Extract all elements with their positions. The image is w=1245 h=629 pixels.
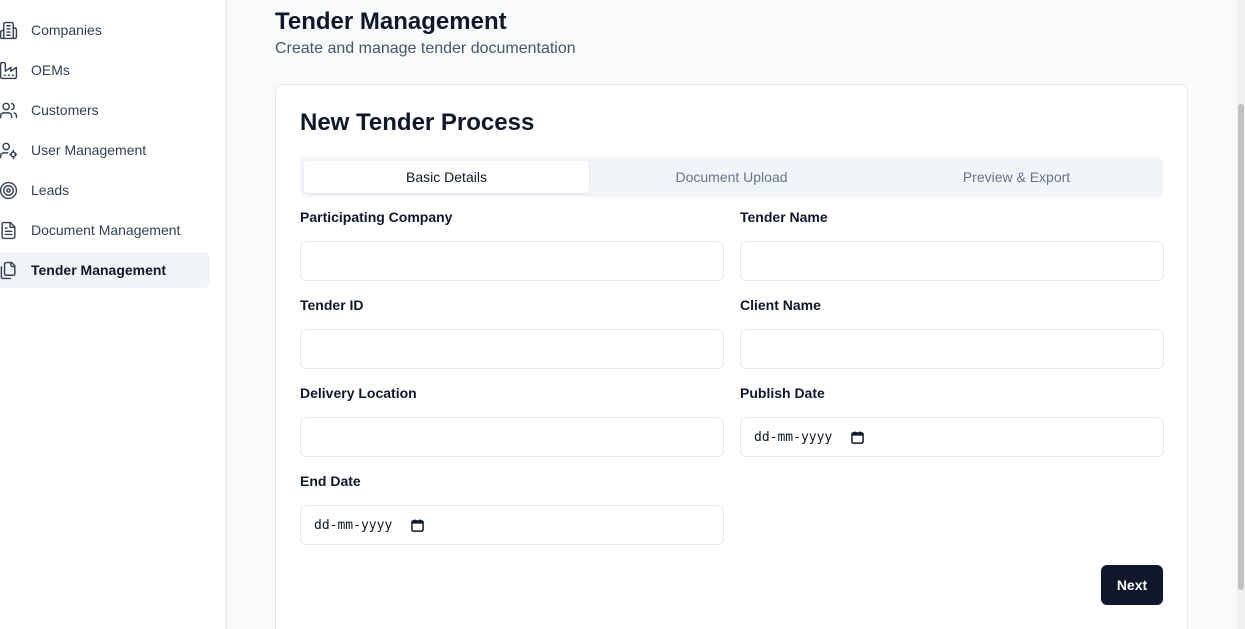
participating-company-field: Participating Company	[300, 209, 724, 281]
end-date-placeholder: dd-mm-yyyy	[314, 517, 393, 533]
end-date-input[interactable]: dd-mm-yyyy	[300, 505, 724, 545]
page-header: Tender Management Create and manage tend…	[275, 6, 576, 58]
sidebar-item-label: User Management	[31, 142, 147, 158]
sidebar-item-tender-management[interactable]: Tender Management	[0, 252, 210, 288]
sidebar-item-customers[interactable]: Customers	[0, 92, 210, 128]
file-text-icon	[0, 220, 18, 240]
client-name-label: Client Name	[740, 297, 821, 313]
participating-company-label: Participating Company	[300, 209, 453, 225]
tender-name-field: Tender Name	[740, 209, 1164, 281]
target-icon	[0, 180, 18, 200]
sidebar-item-label: Leads	[31, 182, 70, 198]
sidebar-item-document-management[interactable]: Document Management	[0, 212, 210, 248]
scrollbar[interactable]	[1237, 0, 1245, 629]
delivery-location-field: Delivery Location	[300, 385, 724, 457]
end-date-label: End Date	[300, 473, 361, 489]
participating-company-input[interactable]	[300, 241, 724, 281]
sidebar-item-leads[interactable]: Leads	[0, 172, 210, 208]
delivery-location-label: Delivery Location	[300, 385, 417, 401]
sidebar-item-label: Customers	[31, 102, 99, 118]
tab-preview-export[interactable]: Preview & Export	[874, 161, 1159, 193]
sidebar: Companies OEMs Customers User Management…	[0, 0, 227, 629]
sidebar-item-user-management[interactable]: User Management	[0, 132, 210, 168]
tender-id-label: Tender ID	[300, 297, 364, 313]
tender-name-label: Tender Name	[740, 209, 828, 225]
user-cog-icon	[0, 140, 18, 160]
client-name-input[interactable]	[740, 329, 1164, 369]
page-title: Tender Management	[275, 8, 507, 35]
tender-id-field: Tender ID	[300, 297, 724, 369]
publish-date-field: Publish Date dd-mm-yyyy	[740, 385, 1164, 457]
end-date-field: End Date dd-mm-yyyy	[300, 473, 724, 545]
tabs-list: Basic Details Document Upload Preview & …	[300, 157, 1163, 197]
card-title: New Tender Process	[300, 109, 535, 136]
factory-icon	[0, 60, 18, 80]
publish-date-label: Publish Date	[740, 385, 825, 401]
scrollbar-thumb[interactable]	[1238, 104, 1244, 590]
publish-date-placeholder: dd-mm-yyyy	[754, 429, 833, 445]
client-name-field: Client Name	[740, 297, 1164, 369]
sidebar-item-oems[interactable]: OEMs	[0, 52, 210, 88]
sidebar-item-label: Companies	[31, 22, 102, 38]
calendar-icon[interactable]	[411, 518, 425, 532]
tender-id-input[interactable]	[300, 329, 724, 369]
page-subtitle: Create and manage tender documentation	[275, 40, 576, 57]
tender-form-card: New Tender Process Basic Details Documen…	[275, 84, 1188, 629]
users-icon	[0, 100, 18, 120]
files-icon	[0, 260, 18, 280]
sidebar-item-label: Document Management	[31, 222, 181, 238]
next-button[interactable]: Next	[1101, 565, 1163, 605]
tender-name-input[interactable]	[740, 241, 1164, 281]
tab-basic-details[interactable]: Basic Details	[304, 161, 589, 193]
tab-document-upload[interactable]: Document Upload	[589, 161, 874, 193]
publish-date-input[interactable]: dd-mm-yyyy	[740, 417, 1164, 457]
delivery-location-input[interactable]	[300, 417, 724, 457]
building-icon	[0, 20, 18, 40]
sidebar-item-label: Tender Management	[31, 262, 167, 278]
sidebar-item-companies[interactable]: Companies	[0, 12, 210, 48]
calendar-icon[interactable]	[851, 430, 865, 444]
sidebar-item-label: OEMs	[31, 62, 70, 78]
